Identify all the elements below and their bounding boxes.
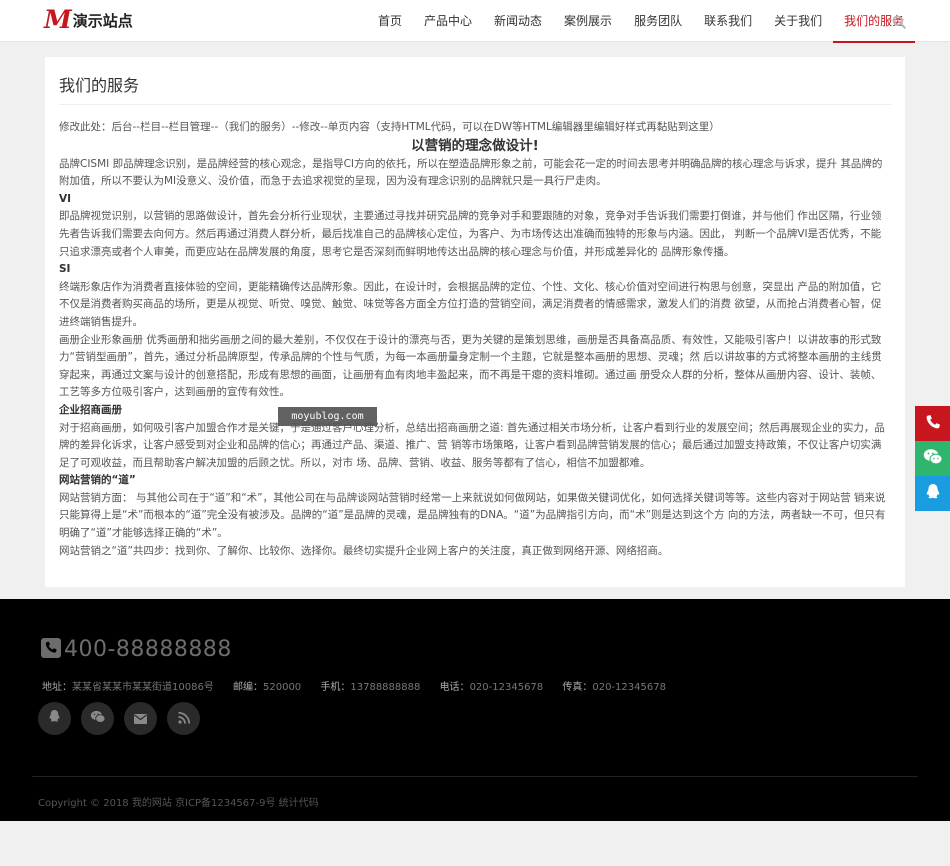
address-label: 地址： bbox=[42, 682, 72, 693]
fax-value: 020-12345678 bbox=[592, 682, 666, 693]
social-qq-button[interactable] bbox=[38, 702, 71, 735]
site-logo[interactable]: M 演示站点 bbox=[44, 5, 133, 34]
social-email-button[interactable] bbox=[124, 702, 157, 735]
section-heading-si: SI bbox=[59, 263, 71, 276]
social-links bbox=[38, 702, 210, 735]
social-wechat-button[interactable] bbox=[81, 702, 114, 735]
paragraph-mi: 品牌CISMI 即品牌理念识别，是品牌经营的核心观念，是指导CI方向的依托，所以… bbox=[59, 157, 883, 188]
contact-info: 地址：某某省某某市某某街道10086号 邮编：520000 手机：1378888… bbox=[42, 678, 682, 693]
mobile-value: 13788888888 bbox=[350, 682, 421, 693]
paragraph-si: 终端形象店作为消费者直接体验的空间，更能精确传达品牌形象。因此，在设计时，会根据… bbox=[59, 280, 882, 328]
site-footer: 400-88888888 地址：某某省某某市某某街道10086号 邮编：5200… bbox=[0, 599, 950, 821]
nav-item-team[interactable]: 服务团队 bbox=[623, 0, 693, 42]
paragraph-web-marketing: 网站营销方面： 与其他公司在于“道”和“术”，其他公司在与品牌谈网站营销时经常一… bbox=[59, 491, 886, 540]
phone-icon bbox=[925, 414, 941, 434]
section-heading-vi: VI bbox=[59, 192, 72, 205]
footer-divider bbox=[32, 776, 918, 777]
rss-icon bbox=[177, 709, 190, 728]
paragraph-brochure: 画册企业形象画册 优秀画册和拙劣画册之间的最大差别，不仅仅在于设计的漂亮与否，更… bbox=[59, 333, 882, 399]
qq-icon bbox=[925, 483, 941, 505]
tel-value: 020-12345678 bbox=[469, 682, 544, 693]
page-title: 我们的服务 bbox=[59, 57, 891, 105]
hotline-number: 400-88888888 bbox=[64, 637, 232, 662]
nav-item-about[interactable]: 关于我们 bbox=[763, 0, 833, 42]
section-heading-investment: 企业招商画册 bbox=[59, 403, 122, 416]
float-qq-button[interactable] bbox=[915, 476, 950, 511]
float-phone-button[interactable] bbox=[915, 406, 950, 441]
qq-icon bbox=[48, 709, 61, 728]
section-heading-web-marketing: 网站营销的“道” bbox=[59, 474, 136, 487]
logo-mark: M bbox=[44, 5, 72, 34]
nav-item-contact[interactable]: 联系我们 bbox=[693, 0, 763, 42]
phone-icon bbox=[41, 637, 61, 662]
float-wechat-button[interactable] bbox=[915, 441, 950, 476]
main-nav: 首页 产品中心 新闻动态 案例展示 服务团队 联系我们 关于我们 我们的服务 bbox=[367, 0, 916, 43]
fax-label: 传真： bbox=[562, 682, 593, 693]
nav-item-home[interactable]: 首页 bbox=[367, 0, 413, 42]
wechat-icon bbox=[90, 709, 106, 728]
social-rss-button[interactable] bbox=[167, 702, 200, 735]
paragraph-four-steps: 网站营销之“道”共四步：找到你、了解你、比较你、选择你。最终切实提升企业网上客户… bbox=[59, 544, 669, 557]
copyright: Copyright © 2018 我的网站 京ICP备1234567-9号 统计… bbox=[38, 798, 319, 809]
site-header: M 演示站点 首页 产品中心 新闻动态 案例展示 服务团队 联系我们 关于我们 … bbox=[0, 0, 950, 43]
tel-label: 电话： bbox=[439, 682, 470, 693]
logo-text: 演示站点 bbox=[72, 11, 133, 30]
content-card: 我们的服务 修改此处：后台--栏目--栏目管理--（我们的服务）--修改--单页… bbox=[45, 57, 905, 587]
wechat-icon bbox=[923, 448, 943, 470]
watermark: moyublog.com bbox=[278, 407, 377, 426]
paragraph-investment: 对于招商画册，如何吸引客户加盟合作才是关键，于是通过客户心理分析，总结出招商画册… bbox=[59, 421, 885, 469]
article-body: 修改此处：后台--栏目--栏目管理--（我们的服务）--修改--单页内容（支持H… bbox=[59, 105, 891, 560]
nav-item-products[interactable]: 产品中心 bbox=[413, 0, 483, 42]
search-icon[interactable] bbox=[892, 14, 906, 29]
hotline: 400-88888888 bbox=[41, 637, 232, 662]
nav-item-news[interactable]: 新闻动态 bbox=[483, 0, 553, 42]
mobile-label: 手机： bbox=[320, 682, 351, 693]
edit-hint: 修改此处：后台--栏目--栏目管理--（我们的服务）--修改--单页内容（支持H… bbox=[59, 121, 720, 133]
zip-value: 520000 bbox=[263, 682, 302, 693]
nav-item-cases[interactable]: 案例展示 bbox=[553, 0, 623, 42]
address-value: 某某省某某市某某街道10086号 bbox=[72, 682, 214, 693]
zip-label: 邮编： bbox=[233, 682, 263, 693]
paragraph-vi: 即品牌视觉识别，以营销的思路做设计，首先会分析行业现状，主要通过寻找并研究品牌的… bbox=[59, 210, 882, 258]
article-headline: 以营销的理念做设计! bbox=[411, 137, 539, 154]
email-icon bbox=[134, 709, 147, 728]
